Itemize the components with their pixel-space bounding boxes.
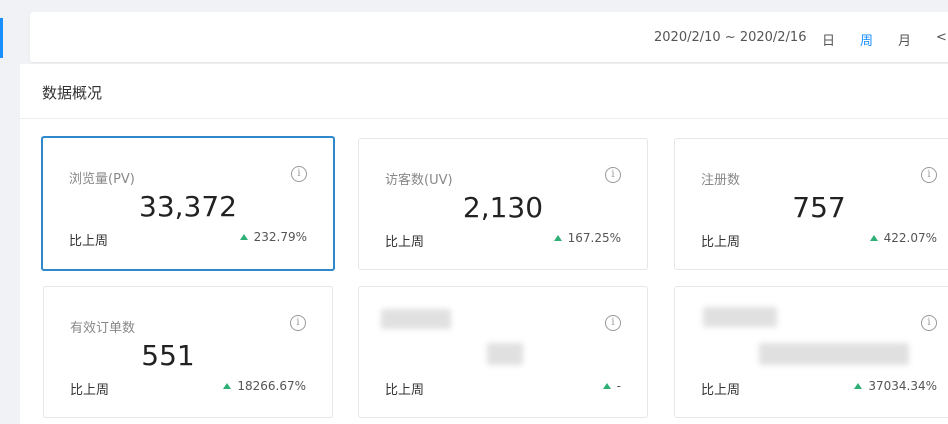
blurred-value	[759, 343, 909, 365]
info-icon[interactable]: i	[605, 167, 621, 183]
change-value: 422.07%	[883, 231, 937, 245]
blurred-value	[487, 343, 523, 365]
metric-value: 2,130	[462, 191, 544, 224]
up-arrow-icon	[869, 235, 878, 241]
metric-value: 551	[141, 339, 195, 372]
info-icon[interactable]: i	[291, 166, 307, 182]
change-indicator: 232.79%	[239, 230, 307, 244]
compare-label: 比上周	[69, 234, 109, 249]
left-accent-bar	[0, 18, 3, 58]
change-indicator: 167.25%	[553, 231, 621, 245]
metric-card-valid-orders[interactable]: 有效订单数 i 551 比上周 18266.67%	[43, 286, 333, 418]
panel-title: 数据概况	[42, 84, 103, 102]
compare-label: 比上周	[701, 383, 741, 398]
metric-label: 浏览量(PV)	[69, 172, 135, 187]
info-icon[interactable]: i	[290, 315, 306, 331]
prev-period-button[interactable]: <	[936, 30, 947, 45]
metric-card-blurred-1[interactable]: i 比上周 -	[358, 286, 648, 418]
up-arrow-icon	[602, 383, 611, 389]
metric-card-blurred-2[interactable]: i 比上周 37034.34%	[674, 286, 948, 418]
period-week-button[interactable]: 周	[860, 30, 873, 49]
compare-label: 比上周	[385, 383, 425, 398]
info-icon[interactable]: i	[921, 315, 937, 331]
compare-label: 比上周	[385, 235, 425, 250]
blurred-label	[381, 309, 451, 329]
panel-divider	[20, 118, 948, 119]
up-arrow-icon	[553, 235, 562, 241]
metric-label: 有效订单数	[70, 321, 136, 336]
metric-card-registrations[interactable]: 注册数 i 757 比上周 422.07%	[674, 138, 948, 270]
blurred-label	[703, 307, 777, 327]
period-day-button[interactable]: 日	[822, 30, 835, 49]
change-value: 232.79%	[253, 230, 307, 244]
info-icon[interactable]: i	[921, 167, 937, 183]
metric-card-uv[interactable]: 访客数(UV) i 2,130 比上周 167.25%	[358, 138, 648, 270]
change-indicator: 18266.67%	[223, 379, 306, 393]
change-indicator: 422.07%	[869, 231, 937, 245]
change-value: 37034.34%	[868, 379, 937, 393]
data-overview-panel: 数据概况 浏览量(PV) i 33,372 比上周 232.79% 访客数(UV…	[20, 64, 948, 424]
compare-label: 比上周	[701, 235, 741, 250]
date-toolbar: 2020/2/10 ~ 2020/2/16 日 周 月 <	[30, 12, 948, 62]
change-value: 167.25%	[567, 231, 621, 245]
up-arrow-icon	[223, 383, 232, 389]
up-arrow-icon	[854, 383, 863, 389]
date-range-picker[interactable]: 2020/2/10 ~ 2020/2/16	[654, 30, 806, 45]
change-indicator: -	[602, 379, 621, 393]
change-value: -	[616, 379, 621, 393]
metric-card-pv[interactable]: 浏览量(PV) i 33,372 比上周 232.79%	[41, 136, 335, 271]
metric-label: 访客数(UV)	[385, 173, 453, 188]
period-month-button[interactable]: 月	[898, 30, 911, 49]
up-arrow-icon	[239, 234, 248, 240]
metric-value: 757	[792, 191, 846, 224]
compare-label: 比上周	[70, 383, 110, 398]
metric-label: 注册数	[701, 173, 741, 188]
change-value: 18266.67%	[237, 379, 306, 393]
metric-value: 33,372	[139, 190, 237, 223]
change-indicator: 37034.34%	[854, 379, 937, 393]
info-icon[interactable]: i	[605, 315, 621, 331]
